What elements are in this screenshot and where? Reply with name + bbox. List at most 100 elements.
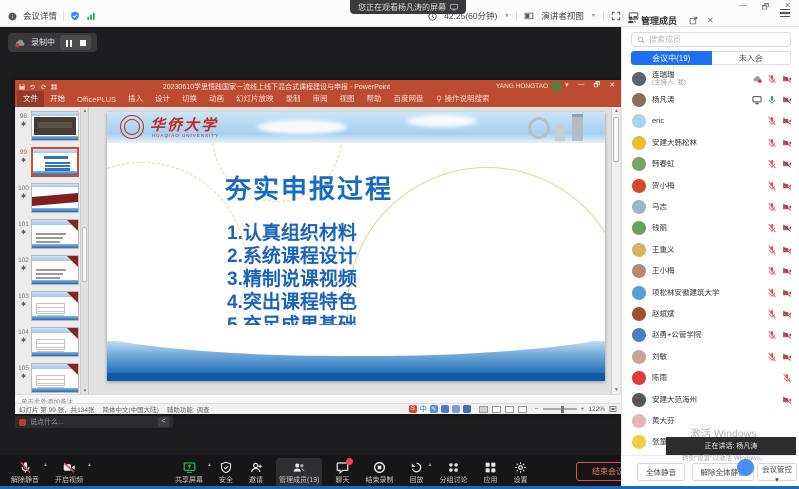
mic-off-icon[interactable]	[767, 116, 777, 126]
footer-button-0[interactable]: 全体静音	[637, 463, 685, 481]
popout-icon[interactable]	[689, 16, 698, 25]
sorter-view-icon[interactable]	[492, 406, 501, 413]
participant-row[interactable]: 马志	[622, 196, 799, 217]
network-signal-icon[interactable]	[86, 11, 96, 21]
record-cloud-icon[interactable]	[752, 74, 762, 84]
toolbar-item-replay[interactable]: 回放 ▲	[406, 458, 426, 487]
mic-off-icon[interactable]	[767, 138, 777, 148]
zoom-out-icon[interactable]: −	[535, 406, 539, 413]
ppt-account-name[interactable]: YANG HONGTAO	[496, 83, 548, 90]
toolbar-item-members[interactable]: 管理成员(19)	[276, 458, 322, 487]
scrollbar-thumb[interactable]	[82, 227, 87, 282]
ime-toolbar[interactable]: S 中 ✎	[409, 404, 471, 414]
zoom-slider[interactable]	[543, 408, 577, 410]
cam-off-icon[interactable]	[782, 74, 792, 84]
redo-icon[interactable]	[40, 84, 47, 90]
participant-row[interactable]: 贺小梅	[622, 175, 799, 196]
ribbon-tab-10[interactable]: 视图	[334, 91, 361, 107]
participant-row[interactable]: 杨凡涛	[622, 89, 799, 110]
cam-off-icon[interactable]	[782, 223, 792, 233]
mic-off-icon[interactable]	[767, 181, 777, 191]
screen-share-icon[interactable]	[752, 95, 762, 105]
caret-up-icon[interactable]: ▲	[428, 462, 433, 468]
cam-off-icon[interactable]	[782, 95, 792, 105]
zoom-in-icon[interactable]: +	[581, 406, 585, 413]
view-switcher[interactable]	[479, 406, 527, 413]
zoom-level[interactable]: 122%	[588, 406, 605, 413]
toolbar-item-settings[interactable]: 设置	[510, 458, 530, 487]
slide-scrollbar-thumb[interactable]	[613, 117, 619, 162]
ribbon-tab-5[interactable]: 切换	[176, 91, 203, 107]
accessibility-label[interactable]: 辅助功能: 调查	[167, 404, 210, 414]
slide-thumbnail-100[interactable]	[31, 183, 79, 213]
toolbar-item-stop-record[interactable]: 结束录制	[362, 458, 396, 487]
ribbon-tab-9[interactable]: 审阅	[307, 91, 334, 107]
cam-off-icon[interactable]	[782, 352, 792, 362]
member-search-input[interactable]	[649, 35, 769, 44]
mic-off-icon[interactable]	[767, 266, 777, 276]
toolbar-item-cam-muted[interactable]: 开启视频 ▲	[52, 458, 86, 487]
ppt-account-avatar[interactable]	[552, 82, 561, 91]
cam-off-icon[interactable]	[782, 116, 792, 126]
participant-row[interactable]: 钱丽	[622, 218, 799, 239]
participant-row[interactable]: 赵斌斌	[622, 303, 799, 324]
timer-caret-icon[interactable]: ▼	[504, 13, 509, 19]
cam-off-icon[interactable]	[782, 266, 792, 276]
window-minimize-icon[interactable]: —	[739, 1, 747, 15]
language-label[interactable]: 简体中文(中国大陆)	[103, 404, 159, 414]
caret-up-icon[interactable]: ▲	[87, 462, 92, 468]
toolbar-item-chat[interactable]: 聊天	[332, 458, 352, 487]
ribbon-tab-4[interactable]: 设计	[149, 91, 176, 107]
toolbar-item-shield[interactable]: 安全	[216, 458, 236, 487]
ribbon-tab-0[interactable]: 文件	[17, 91, 44, 107]
window-maximize-icon[interactable]: 🗗	[762, 1, 770, 15]
mic-off-icon[interactable]	[767, 309, 777, 319]
grid-icon[interactable]	[51, 84, 57, 90]
mic-off-icon[interactable]	[767, 245, 777, 255]
participant-row[interactable]: 项松林安徽建筑大学	[622, 282, 799, 303]
ime-mic-icon[interactable]	[441, 405, 449, 413]
tab-not-joined[interactable]: 未入会	[712, 51, 792, 65]
thumbnail-scrollbar[interactable]: ▲ ▼	[80, 107, 88, 394]
ppt-restore-icon[interactable]: 🗗	[594, 81, 601, 92]
toolbar-item-breakout[interactable]: 分组讨论	[436, 458, 470, 487]
bullet-chat-input[interactable]: 说点什么... <	[15, 416, 173, 428]
notes-pane[interactable]: 单击此处添加备注	[15, 394, 621, 403]
fullscreen-icon[interactable]	[611, 11, 621, 21]
cam-off-icon[interactable]	[782, 138, 792, 148]
cam-off-icon[interactable]	[782, 245, 792, 255]
cam-off-icon[interactable]	[782, 288, 792, 298]
view-mode-select[interactable]: 演讲者视图	[541, 10, 584, 22]
slide-thumbnail-104[interactable]	[31, 327, 79, 357]
slide-thumbnail-101[interactable]	[31, 219, 79, 249]
cam-off-icon[interactable]	[782, 202, 792, 212]
normal-view-icon[interactable]	[479, 406, 488, 413]
mic-off-icon[interactable]	[767, 74, 777, 84]
meeting-details-link[interactable]: 会议详情	[23, 10, 57, 22]
ppt-minimize-icon[interactable]: —	[578, 81, 585, 92]
participant-row[interactable]: 陈雨	[622, 367, 799, 388]
ribbon-tab-2[interactable]: OfficePLUS	[71, 93, 122, 107]
ribbon-tab-8[interactable]: 录制	[280, 91, 307, 107]
toolbar-item-share-screen[interactable]: 共享屏幕 ▲	[172, 458, 206, 487]
undo-icon[interactable]	[29, 84, 36, 90]
tell-me-search[interactable]: 操作说明搜索	[430, 91, 496, 107]
ribbon-tab-1[interactable]: 开始	[44, 91, 71, 107]
ribbon-tab-6[interactable]: 动画	[203, 91, 230, 107]
ime-lang-icon[interactable]: 中	[420, 404, 427, 414]
cam-off-icon[interactable]	[782, 159, 792, 169]
ribbon-tab-11[interactable]: 帮助	[361, 91, 388, 107]
more-menu-icon[interactable]	[780, 7, 790, 19]
assistant-badge[interactable]	[737, 459, 754, 476]
scroll-down-icon[interactable]: ▼	[81, 388, 89, 393]
mic-on-icon[interactable]	[767, 95, 777, 105]
view-mode-caret-icon[interactable]: ▼	[591, 13, 596, 19]
participant-row[interactable]: 王小梅	[622, 261, 799, 282]
mic-off-icon[interactable]	[767, 288, 777, 298]
slideshow-icon[interactable]	[518, 406, 527, 413]
participant-row[interactable]: 赵勇+公管学院	[622, 325, 799, 346]
slide-thumbnail-98[interactable]	[31, 111, 79, 141]
scroll-up-icon[interactable]: ▲	[81, 108, 89, 113]
caret-up-icon[interactable]: ▲	[207, 462, 212, 468]
slide-thumbnail-105[interactable]	[31, 363, 79, 393]
